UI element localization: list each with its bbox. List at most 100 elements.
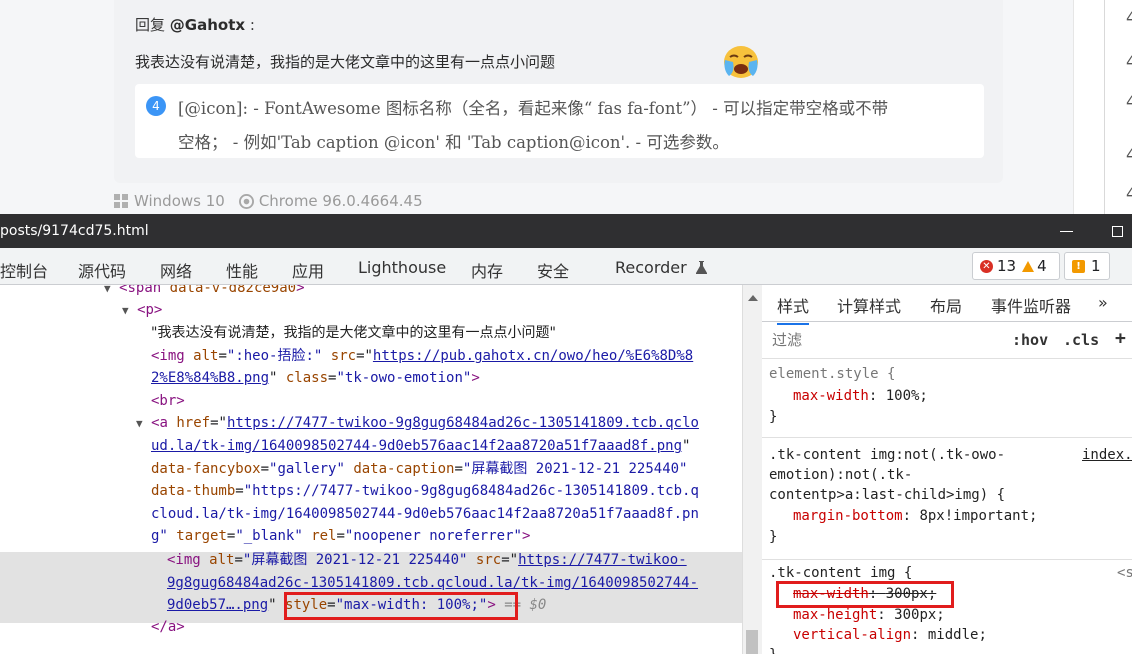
sidebar-number: 4	[1126, 52, 1132, 71]
styles-filter-input[interactable]	[766, 326, 998, 353]
dom-node-p[interactable]: ▼ <p>	[122, 299, 162, 321]
img-src-link-end[interactable]: 9d0eb57….png	[167, 597, 268, 613]
dom-node-br[interactable]: <br>	[151, 390, 185, 412]
devtools-tab-bar: 控制台 源代码 网络 性能 应用 Lighthouse 内存 安全 Record…	[0, 248, 1132, 285]
reply-suffix: :	[249, 16, 255, 34]
styles-filter-row: :hov .cls +	[762, 322, 1132, 359]
tab-application[interactable]: 应用	[292, 258, 324, 282]
chrome-icon	[238, 193, 254, 209]
scroll-thumb[interactable]	[746, 630, 758, 654]
devtools-title-bar: posts/9174cd75.html	[0, 214, 1132, 248]
tab-memory[interactable]: 内存	[471, 258, 503, 282]
tab-computed[interactable]: 计算样式	[837, 293, 901, 317]
href-link-cont[interactable]: ud.la/tk-img/1640098502744-9d0eb576aac14…	[151, 438, 682, 454]
hov-toggle[interactable]: :hov	[1012, 331, 1048, 349]
rule-declaration[interactable]: margin-bottom: 8px!important;	[793, 506, 1037, 527]
sidebar-number: 4	[1126, 184, 1132, 203]
rule-selector: element.style {	[769, 366, 896, 382]
issue-count: 1	[1091, 257, 1101, 275]
tab-layout[interactable]: 布局	[930, 293, 962, 317]
error-icon: ✕	[980, 259, 993, 273]
console-issues-counter[interactable]: ✕ 13 4	[972, 252, 1060, 280]
tab-performance[interactable]: 性能	[226, 258, 258, 282]
quote-line-2: 空格； - 例如'Tab caption @icon' 和 'Tab capti…	[178, 133, 729, 152]
reply-user-link[interactable]: @Gahotx	[170, 16, 245, 34]
rule-source-link[interactable]: index.	[1082, 445, 1132, 466]
dom-node-a[interactable]: ▼ <a href="https://7477-twikoo-9g8gug684…	[136, 412, 699, 434]
dom-text-node[interactable]: "我表达没有说清楚，我指的是大佬文章中的这里有一点点小问题"	[151, 322, 556, 344]
dom-node-a-target: g" target="_blank" rel="noopener norefer…	[151, 528, 531, 544]
quote-number-badge: 4	[146, 96, 166, 116]
minimize-icon[interactable]	[1060, 231, 1073, 232]
rule-declaration[interactable]: max-height: 300px;	[793, 605, 945, 626]
style-rule-tk-content-not: .tk-content img:not(.tk-owo- index. emot…	[762, 438, 1132, 560]
rule-declaration[interactable]: max-width: 100%;	[793, 386, 928, 407]
os-label: Windows 10	[134, 192, 225, 210]
img-src-link-cont[interactable]: 9g8gug68484ad26c-1305141809.tcb.qcloud.l…	[167, 575, 698, 591]
tab-network[interactable]: 网络	[160, 258, 192, 282]
issues-counter[interactable]: ! 1	[1064, 252, 1110, 280]
warning-icon	[1022, 260, 1035, 272]
dom-node-a-thumb: data-thumb="https://7477-twikoo-9g8gug68…	[151, 483, 699, 499]
comment-meta: Windows 10 Chrome 96.0.4664.45	[114, 192, 423, 210]
crying-face-icon	[724, 46, 758, 78]
tab-security[interactable]: 安全	[537, 258, 569, 282]
dom-node-a-cont: ud.la/tk-img/1640098502744-9d0eb576aac14…	[151, 438, 691, 454]
rule-declaration[interactable]: vertical-align: middle;	[793, 625, 987, 646]
styles-panel: 样式 计算样式 布局 事件监听器 » :hov .cls + element.s…	[762, 285, 1132, 654]
comment-card: 回复 @Gahotx : 我表达没有说清楚，我指的是大佬文章中的这里有一点点小问…	[114, 0, 1003, 183]
reply-line: 回复 @Gahotx :	[135, 14, 255, 35]
expand-arrow-icon[interactable]: ▼	[104, 285, 111, 295]
href-link[interactable]: https://7477-twikoo-9g8gug68484ad26c-130…	[227, 415, 699, 431]
elements-panel: ▼ <span data-v-d82ce9a0> ▼ <p> "我表达没有说清楚…	[0, 285, 742, 654]
style-rule-tk-content-img: .tk-content img { <s max-width: 300px; m…	[762, 560, 1132, 654]
devtools-window: posts/9174cd75.html 控制台 源代码 网络 性能 应用 Lig…	[0, 214, 1132, 654]
devtools-title-url: posts/9174cd75.html	[0, 223, 149, 239]
tab-lighthouse[interactable]: Lighthouse	[358, 258, 446, 277]
highlight-box-max-width	[776, 581, 954, 608]
rule-source-link[interactable]: <s	[1117, 563, 1132, 584]
dom-node-a-thumb-cont: cloud.la/tk-img/1640098502744-9d0eb576aa…	[151, 506, 699, 522]
sidebar-number: 4	[1126, 8, 1132, 27]
more-tabs-icon[interactable]: »	[1098, 293, 1108, 312]
new-rule-button[interactable]: +	[1115, 328, 1126, 349]
emoji-src-link-cont[interactable]: 2%E8%84%B8.png	[151, 370, 269, 386]
maximize-icon[interactable]	[1112, 226, 1123, 237]
flask-icon	[695, 261, 707, 274]
expand-arrow-icon[interactable]: ▼	[122, 304, 129, 317]
emoji-src-link[interactable]: https://pub.gahotx.cn/owo/heo/%E6%8D%8	[373, 348, 693, 364]
style-rule-element: element.style { max-width: 100%; }	[762, 359, 1132, 438]
dom-node-a-attrs: data-fancybox="gallery" data-caption="屏幕…	[151, 461, 688, 477]
tab-recorder-label: Recorder	[615, 258, 687, 277]
highlight-box-style-attr	[284, 592, 518, 620]
dom-node-a-close[interactable]: </a>	[151, 616, 185, 638]
tab-recorder[interactable]: Recorder	[615, 258, 707, 277]
quote-line-1: [@icon]: - FontAwesome 图标名称（全名，看起来像“ fas…	[178, 99, 889, 118]
reply-prefix: 回复	[135, 16, 166, 34]
dom-node-img-emoji-cont: 2%E8%84%B8.png" class="tk-owo-emotion">	[151, 370, 480, 386]
tab-event-listeners[interactable]: 事件监听器	[991, 293, 1071, 317]
sidebar-number: 4	[1126, 92, 1132, 111]
dom-node-img-selected[interactable]: <img alt="屏幕截图 2021-12-21 225440" src="h…	[167, 549, 687, 571]
tab-styles[interactable]: 样式	[777, 293, 810, 325]
quote-box: 4 [@icon]: - FontAwesome 图标名称（全名，看起来像“ f…	[135, 84, 984, 158]
tab-console[interactable]: 控制台	[0, 258, 48, 282]
styles-tab-bar: 样式 计算样式 布局 事件监听器 »	[762, 285, 1132, 325]
dom-node-img-emoji[interactable]: <img alt=":heo-捂脸:" src="https://pub.gah…	[151, 345, 693, 367]
rule-selector: .tk-content img:not(.tk-owo-	[769, 447, 1006, 463]
right-sidebar: 4 4 4 4 4	[1073, 0, 1132, 214]
dom-node-img-selected-cont: 9g8gug68484ad26c-1305141809.tcb.qcloud.l…	[167, 572, 698, 594]
windows-icon	[114, 194, 128, 208]
tab-sources[interactable]: 源代码	[78, 258, 126, 282]
elements-scrollbar[interactable]	[742, 285, 763, 654]
img-src-link[interactable]: https://7477-twikoo-	[518, 552, 687, 568]
cls-toggle[interactable]: .cls	[1063, 331, 1099, 349]
scroll-up-icon[interactable]	[748, 295, 758, 301]
issue-icon: !	[1072, 259, 1085, 273]
error-count: 13	[997, 257, 1017, 275]
expand-arrow-icon[interactable]: ▼	[136, 417, 143, 430]
warning-count: 4	[1037, 257, 1047, 275]
sidebar-number: 4	[1126, 145, 1132, 164]
blog-page: 回复 @Gahotx : 我表达没有说清楚，我指的是大佬文章中的这里有一点点小问…	[0, 0, 1132, 214]
dom-node-span[interactable]: ▼ <span data-v-d82ce9a0>	[104, 285, 305, 299]
